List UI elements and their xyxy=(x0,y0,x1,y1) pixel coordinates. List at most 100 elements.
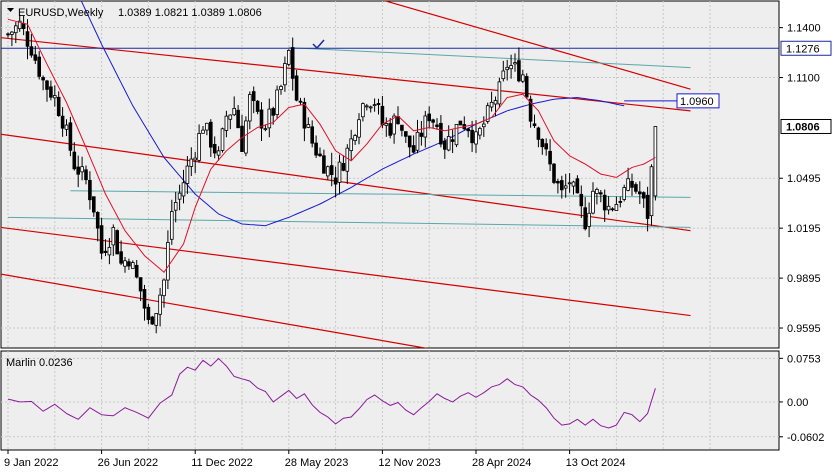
candle-body xyxy=(193,157,198,161)
candle-body xyxy=(10,31,14,35)
candle-body xyxy=(88,179,92,201)
candle-body xyxy=(286,49,291,65)
candle-body xyxy=(622,187,626,200)
candle-body xyxy=(251,91,256,102)
candle-body xyxy=(68,122,73,151)
svg-text:1.0806: 1.0806 xyxy=(786,121,820,133)
candle-body xyxy=(466,128,470,132)
price-tick-label: 1.0495 xyxy=(787,173,821,185)
time-tick-label: 9 Jan 2022 xyxy=(4,457,58,469)
candle-body xyxy=(166,242,170,281)
candle-body xyxy=(427,113,431,122)
candle xyxy=(458,120,463,126)
time-axis: 9 Jan 2022 26 Jun 2022 11 Dec 2022 28 May 2… xyxy=(4,450,626,469)
candle-body xyxy=(228,114,233,120)
indicator-axis: 0.0753 0.00 -0.0602 xyxy=(779,353,824,444)
candle-body xyxy=(13,25,18,34)
time-tick-label: 26 Jun 2022 xyxy=(98,457,159,469)
candle xyxy=(286,49,291,67)
candle-body xyxy=(634,184,638,192)
candle xyxy=(220,127,225,153)
candle-body xyxy=(560,180,564,191)
candle-body xyxy=(232,107,237,116)
candle-body xyxy=(353,135,357,141)
chart-symbol-timeframe: EURUSD,Weekly xyxy=(18,7,104,19)
candle-body xyxy=(333,177,338,185)
candle-body xyxy=(439,122,443,145)
candle-body xyxy=(376,103,381,106)
candle-body xyxy=(493,100,498,105)
candle xyxy=(115,229,120,255)
candle-body xyxy=(290,47,295,79)
candle-body xyxy=(610,208,615,211)
candle-body xyxy=(524,76,529,98)
candle-body xyxy=(146,306,151,320)
candle-body xyxy=(556,181,560,184)
trading-chart[interactable]: EURUSD,Weekly 1.0389 1.0821 1.0389 1.080… xyxy=(0,0,838,473)
svg-text:1.0960: 1.0960 xyxy=(680,96,714,108)
candle-body xyxy=(158,294,162,315)
candle-body xyxy=(540,138,545,148)
candle-body xyxy=(275,89,279,115)
candle-body xyxy=(505,66,509,71)
candle-body xyxy=(361,103,365,118)
candle-body xyxy=(142,289,147,309)
candle-body xyxy=(119,251,123,264)
candle-body xyxy=(407,135,412,148)
time-tick-label: 11 Dec 2022 xyxy=(191,457,253,469)
candle xyxy=(524,73,529,100)
candle-body xyxy=(150,316,155,325)
candle-body xyxy=(579,193,584,207)
candle-body xyxy=(247,94,252,122)
candle-body xyxy=(481,123,486,128)
candle xyxy=(68,116,73,157)
candle xyxy=(497,77,502,109)
candle-body xyxy=(349,138,353,151)
candle-body xyxy=(626,178,630,191)
candle-body xyxy=(442,140,447,150)
candle-body xyxy=(224,115,229,131)
candle-body xyxy=(501,70,506,80)
candle-body xyxy=(536,127,541,140)
candle-body xyxy=(127,261,131,267)
current-price-label: 1.0806 xyxy=(780,118,832,134)
candle-body xyxy=(552,163,556,183)
candle-body xyxy=(400,124,404,131)
time-tick-label: 13 Oct 2024 xyxy=(566,457,626,469)
candle-body xyxy=(645,194,650,219)
candle-body xyxy=(458,120,463,126)
candle-body xyxy=(653,126,658,197)
candle-body xyxy=(649,166,654,217)
candle-body xyxy=(244,120,248,154)
candle-body xyxy=(571,181,576,187)
candle-body xyxy=(64,124,69,130)
indicator-plot-area[interactable] xyxy=(0,350,780,451)
candle-body xyxy=(497,81,502,105)
price-tick-label: 1.0195 xyxy=(787,223,821,235)
candle-body xyxy=(294,75,299,101)
candle-body xyxy=(279,86,283,90)
candle-body xyxy=(162,279,166,297)
candle-body xyxy=(76,166,81,175)
candle-body xyxy=(271,108,275,116)
candle-body xyxy=(267,108,272,129)
candle-body xyxy=(21,23,26,30)
time-tick-label: 28 May 2023 xyxy=(285,457,349,469)
candle-body xyxy=(72,151,77,170)
candle-body xyxy=(341,163,346,171)
candle-body xyxy=(56,96,61,117)
candle-body xyxy=(614,204,619,211)
candle-body xyxy=(173,202,178,211)
candle-body xyxy=(185,165,190,184)
time-tick-label: 12 Nov 2023 xyxy=(378,457,440,469)
candle-body xyxy=(220,128,225,151)
price-tick-label: 0.9895 xyxy=(787,273,821,285)
candle-body xyxy=(325,166,330,177)
candle-body xyxy=(92,196,96,213)
candle-body xyxy=(60,115,65,129)
candle-body xyxy=(138,277,143,292)
candle-body xyxy=(419,132,424,137)
candle-body xyxy=(329,165,334,176)
candle-body xyxy=(641,192,646,199)
candle-body xyxy=(37,56,41,77)
